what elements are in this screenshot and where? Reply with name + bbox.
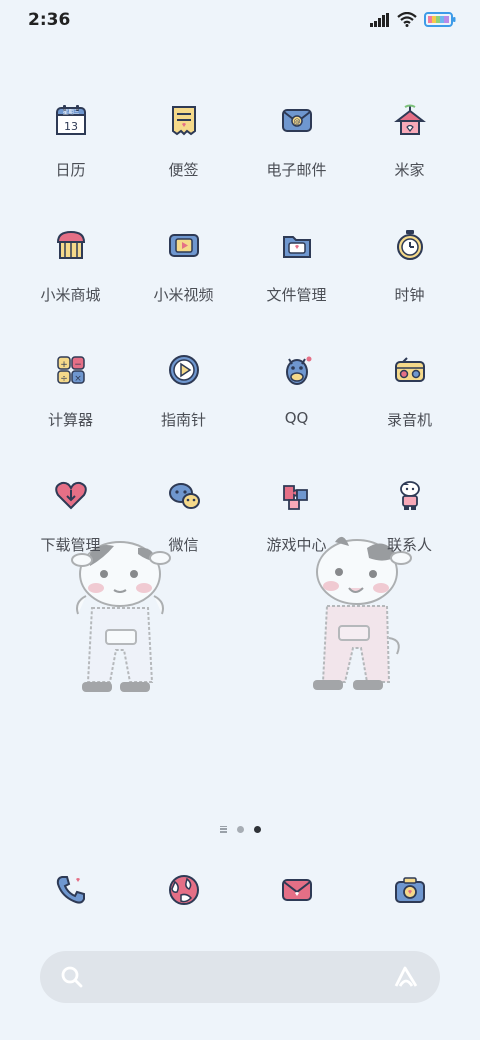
page-dot-active [253,825,261,833]
camera-icon [390,870,430,910]
app-wechat[interactable]: 微信 [127,463,240,573]
clock-icon [390,225,430,265]
app-label: 指南针 [160,411,206,429]
file-manager-icon [277,225,317,265]
mi-video-icon [164,225,204,265]
app-calendar[interactable]: 星期三 13 日历 [14,88,127,198]
app-label: QQ [284,409,309,427]
app-file-manager[interactable]: 文件管理 [240,213,353,323]
app-label: 便签 [168,161,199,179]
app-contacts[interactable]: 联系人 [353,463,466,573]
calendar-weekday: 星期三 [62,109,79,116]
app-mi-store[interactable]: 小米商城 [14,213,127,323]
dock-messages[interactable] [240,860,353,920]
svg-text:−: − [74,360,82,370]
app-label: 录音机 [386,411,432,429]
app-compass[interactable]: 指南针 [127,338,240,448]
app-calculator[interactable]: + − ÷ × 计算器 [14,338,127,448]
search-bar[interactable] [40,951,440,1003]
app-mi-home[interactable]: 米家 [353,88,466,198]
app-game-center[interactable]: 游戏中心 [240,463,353,573]
app-label: 文件管理 [266,286,327,304]
battery-icon [424,12,456,27]
search-icon [61,966,83,988]
app-mi-video[interactable]: 小米视频 [127,213,240,323]
contacts-icon [390,475,430,515]
app-label: 米家 [394,161,425,179]
app-label: 时钟 [394,286,425,304]
game-center-icon [277,475,317,515]
dock [14,860,466,920]
svg-text:+: + [60,360,68,370]
notes-icon [164,100,204,140]
svg-text:×: × [74,374,82,384]
app-recorder[interactable]: 录音机 [353,338,466,448]
calculator-icon: + − ÷ × [51,350,91,390]
app-clock[interactable]: 时钟 [353,213,466,323]
app-download-manager[interactable]: 下载管理 [14,463,127,573]
app-qq[interactable]: QQ [240,338,353,448]
status-time: 2:36 [28,10,71,30]
page-indicator-menu [219,825,227,833]
dock-browser[interactable] [127,860,240,920]
wifi-icon [397,12,417,27]
app-label: 微信 [168,536,199,554]
app-email[interactable]: @ 电子邮件 [240,88,353,198]
app-notes[interactable]: 便签 [127,88,240,198]
app-label: 游戏中心 [266,536,327,554]
calendar-icon: 星期三 13 [51,100,91,140]
app-label: 电子邮件 [266,161,327,179]
status-icons [370,12,456,27]
email-icon: @ [277,100,317,140]
assistant-icon[interactable] [392,964,420,990]
app-label: 小米视频 [153,286,214,304]
dock-camera[interactable] [353,860,466,920]
recorder-icon [390,350,430,390]
app-label: 下载管理 [40,536,101,554]
app-label: 联系人 [386,536,432,554]
qq-icon [277,350,317,390]
messages-icon [277,870,317,910]
app-label: 小米商城 [40,286,101,304]
page-indicator[interactable] [0,822,480,836]
calendar-date: 13 [64,120,78,133]
phone-icon [51,870,91,910]
wechat-icon [164,475,204,515]
status-bar: 2:36 [0,0,480,40]
download-icon [51,475,91,515]
mi-home-icon [390,100,430,140]
mi-store-icon [51,225,91,265]
browser-icon [164,870,204,910]
page-dot [236,825,244,833]
svg-text:@: @ [293,118,300,126]
dock-phone[interactable] [14,860,127,920]
app-label: 日历 [55,161,86,179]
compass-icon [164,350,204,390]
signal-icon [370,12,389,27]
svg-text:÷: ÷ [60,374,68,384]
app-label: 计算器 [47,411,93,429]
